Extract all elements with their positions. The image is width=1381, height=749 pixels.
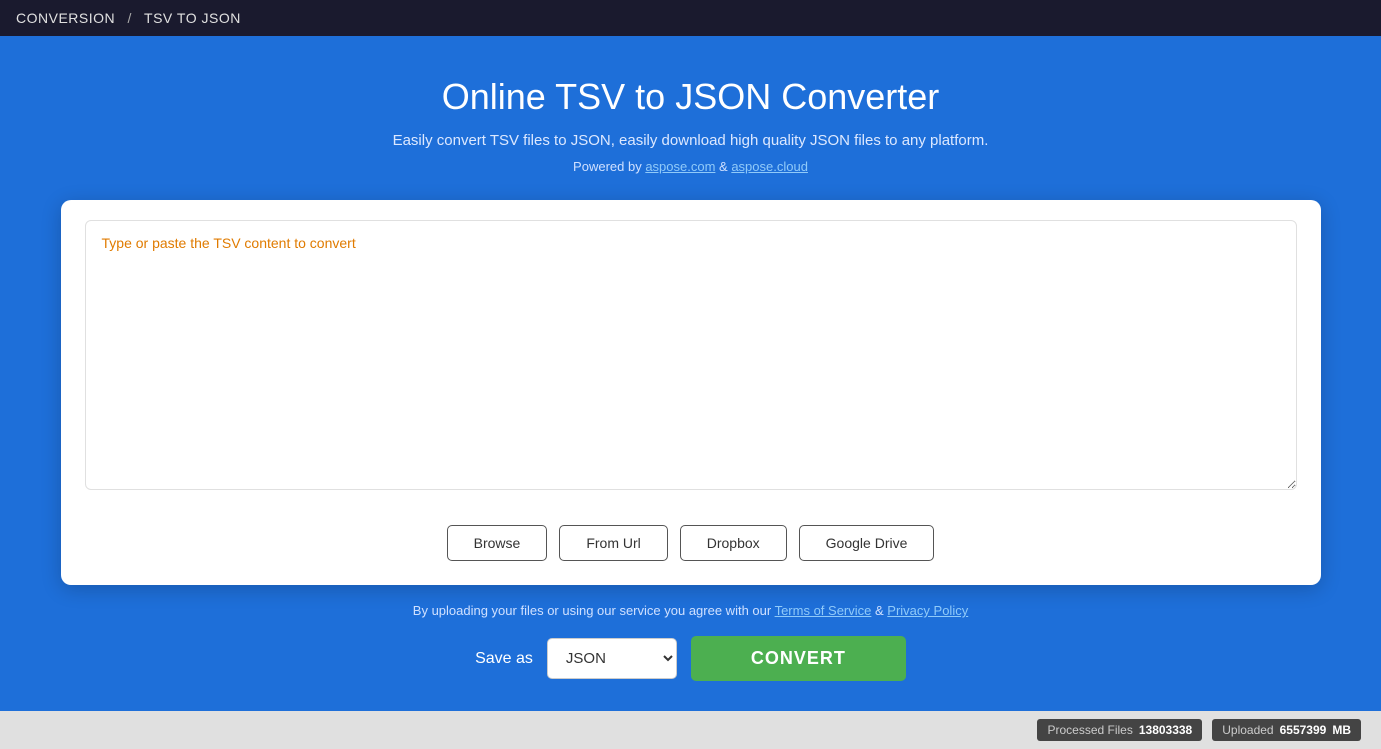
- from-url-button[interactable]: From Url: [559, 525, 667, 561]
- dropbox-button[interactable]: Dropbox: [680, 525, 787, 561]
- footer-stats-bar: Processed Files 13803338 Uploaded 655739…: [0, 711, 1381, 749]
- uploaded-unit: MB: [1332, 723, 1351, 737]
- file-buttons-row: Browse From Url Dropbox Google Drive: [61, 511, 1321, 585]
- tsv-content-input[interactable]: [85, 220, 1297, 490]
- powered-by-amp: &: [715, 159, 731, 174]
- terms-prefix: By uploading your files or using our ser…: [413, 603, 775, 618]
- breadcrumb: CONVERSION / TSV TO JSON: [16, 10, 241, 26]
- google-drive-button[interactable]: Google Drive: [799, 525, 935, 561]
- textarea-wrapper: [61, 200, 1321, 511]
- top-navigation: CONVERSION / TSV TO JSON: [0, 0, 1381, 36]
- uploaded-label: Uploaded: [1222, 723, 1273, 737]
- page-subtitle: Easily convert TSV files to JSON, easily…: [393, 132, 989, 149]
- convert-button[interactable]: CONVERT: [691, 636, 906, 681]
- aspose-cloud-link[interactable]: aspose.cloud: [731, 159, 808, 174]
- processed-files-value: 13803338: [1139, 723, 1192, 737]
- powered-by: Powered by aspose.com & aspose.cloud: [573, 159, 808, 174]
- page-title: Online TSV to JSON Converter: [442, 76, 940, 118]
- aspose-com-link[interactable]: aspose.com: [645, 159, 715, 174]
- powered-by-prefix: Powered by: [573, 159, 645, 174]
- uploaded-value: 6557399: [1280, 723, 1327, 737]
- breadcrumb-separator: /: [128, 10, 132, 26]
- terms-amp: &: [871, 603, 887, 618]
- terms-line: By uploading your files or using our ser…: [413, 603, 968, 618]
- privacy-policy-link[interactable]: Privacy Policy: [887, 603, 968, 618]
- breadcrumb-current: TSV TO JSON: [144, 10, 241, 26]
- processed-files-badge: Processed Files 13803338: [1037, 719, 1202, 741]
- save-as-label: Save as: [475, 650, 533, 668]
- breadcrumb-conversion[interactable]: CONVERSION: [16, 10, 115, 26]
- uploaded-badge: Uploaded 6557399 MB: [1212, 719, 1361, 741]
- main-content: Online TSV to JSON Converter Easily conv…: [0, 36, 1381, 711]
- browse-button[interactable]: Browse: [447, 525, 548, 561]
- upload-card: Browse From Url Dropbox Google Drive: [61, 200, 1321, 585]
- processed-files-label: Processed Files: [1047, 723, 1132, 737]
- format-select[interactable]: JSON: [547, 638, 677, 679]
- terms-of-service-link[interactable]: Terms of Service: [775, 603, 872, 618]
- convert-row: Save as JSON CONVERT: [475, 636, 906, 681]
